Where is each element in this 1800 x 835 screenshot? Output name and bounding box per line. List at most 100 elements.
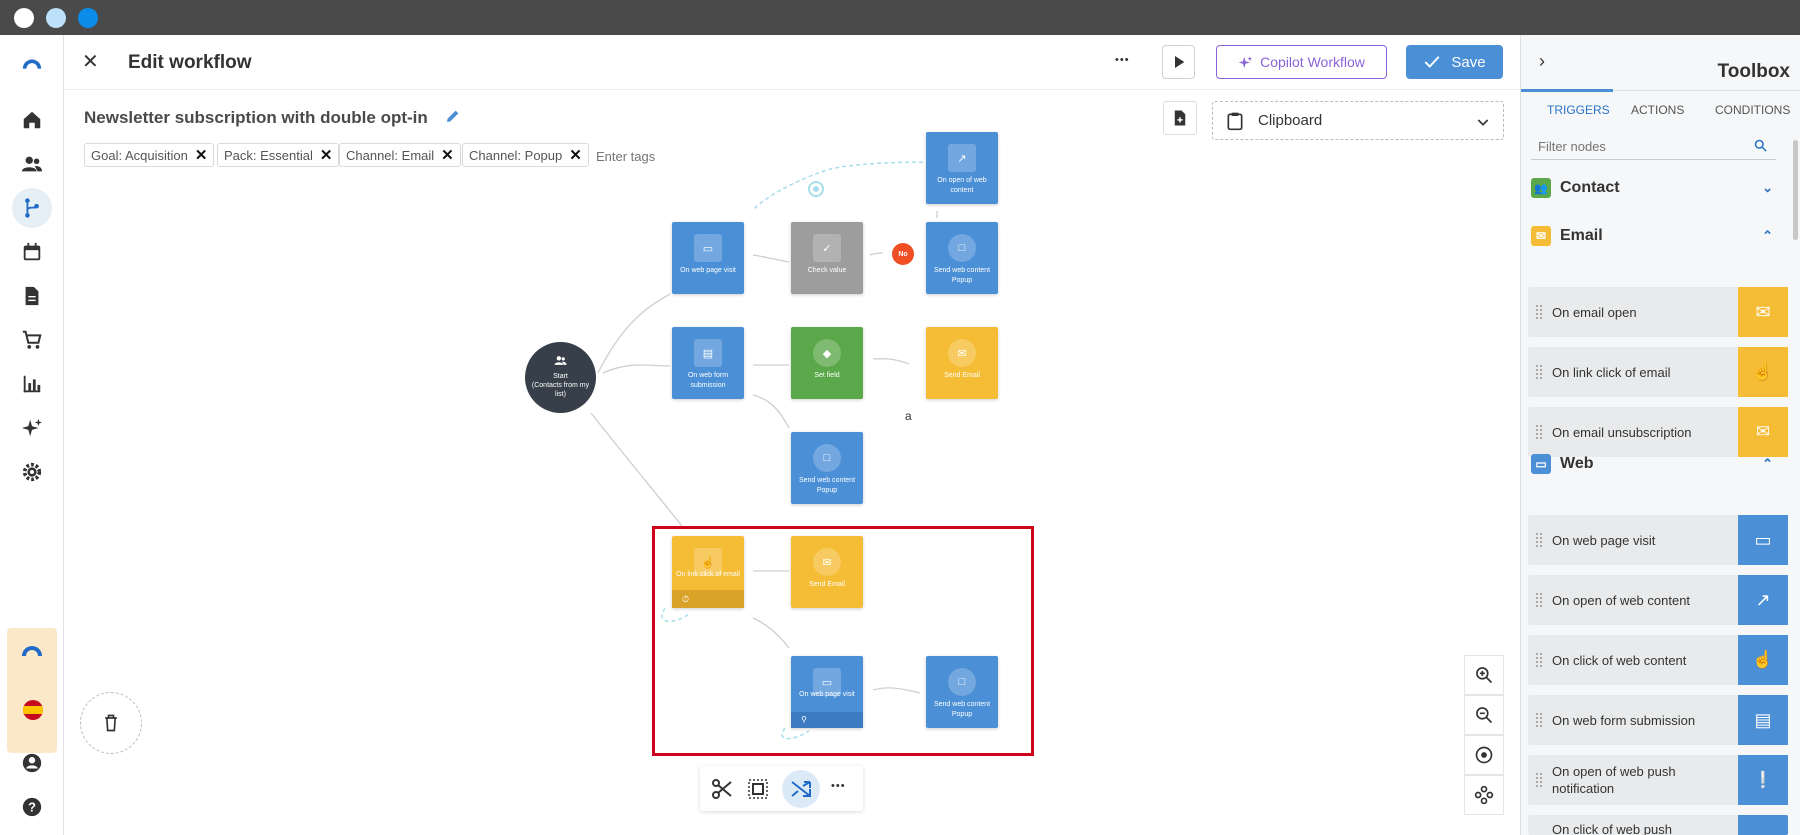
tool-on-link-click-email[interactable]: On link click of email ☝	[1528, 347, 1788, 397]
tool-on-open-web-content[interactable]: On open of web content ↗	[1528, 575, 1788, 625]
tool-on-web-form-submission[interactable]: On web form submission ▤	[1528, 695, 1788, 745]
account-nav[interactable]	[12, 743, 52, 783]
tag-remove-icon[interactable]: ✕	[195, 146, 208, 164]
drag-handle-icon[interactable]	[1536, 593, 1542, 607]
drag-handle-icon[interactable]	[1536, 425, 1542, 439]
contacts-nav[interactable]	[12, 144, 52, 184]
tool-on-email-open[interactable]: On email open ✉	[1528, 287, 1788, 337]
fit-view-button[interactable]	[1464, 775, 1504, 815]
node-open-web-content[interactable]: ↗ On open of web content	[926, 132, 998, 204]
node-web-page-visit[interactable]: ▭ On web page visit ⚲	[791, 656, 863, 728]
node-send-email[interactable]: ✉ Send Email	[791, 536, 863, 608]
node-web-page-visit[interactable]: ▭ On web page visit	[672, 222, 744, 294]
start-node[interactable]: Start (Contacts from my list)	[525, 342, 596, 413]
toolbox-title: Toolbox	[1717, 61, 1790, 82]
ai-nav[interactable]	[12, 408, 52, 448]
filter-nodes-input[interactable]	[1538, 135, 1738, 157]
node-link-click-email[interactable]: ☝ On link click of email ⏱	[672, 536, 744, 608]
tool-on-open-web-push[interactable]: On open of web push notification ❕	[1528, 755, 1788, 805]
node-send-email[interactable]: ✉ Send Email	[926, 327, 998, 399]
node-label: On web form submission	[687, 372, 729, 389]
more-options-button[interactable]: •••	[1115, 54, 1130, 66]
center-view-button[interactable]	[1464, 735, 1504, 775]
calendar-icon	[23, 242, 41, 261]
external-link-icon: ↗	[1738, 575, 1788, 625]
reports-nav[interactable]	[12, 364, 52, 404]
tool-on-web-page-visit[interactable]: On web page visit ▭	[1528, 515, 1788, 565]
tag-chip[interactable]: Goal: Acquisition ✕	[84, 143, 215, 167]
filter-nodes-field[interactable]	[1531, 132, 1776, 160]
node-web-form-submission[interactable]: ▤ On web form submission	[672, 327, 744, 399]
tag-chip[interactable]: Channel: Email ✕	[339, 143, 461, 167]
tag-remove-icon[interactable]: ✕	[569, 146, 582, 164]
home-nav[interactable]	[12, 100, 52, 140]
node-label: Send web content Popup	[798, 477, 856, 494]
node-label: On open of web content	[937, 177, 987, 194]
category-email[interactable]: ✉ Email ⌃	[1531, 221, 1781, 251]
workflows-nav[interactable]	[12, 188, 52, 228]
node-send-web-content[interactable]: □ Send web content Popup	[926, 656, 998, 728]
commerce-nav[interactable]	[12, 320, 52, 360]
tag-remove-icon[interactable]: ✕	[441, 146, 454, 164]
select-all-button[interactable]	[746, 777, 770, 801]
node-set-field[interactable]: ◆ Set field	[791, 327, 863, 399]
tag-chip[interactable]: Pack: Essential ✕	[217, 143, 340, 167]
window-minimize-dot[interactable]	[46, 8, 66, 28]
category-web[interactable]: ▭ Web ⌃	[1531, 449, 1781, 479]
save-button[interactable]: Save	[1406, 45, 1503, 79]
cut-button[interactable]	[710, 777, 734, 801]
drag-handle-icon[interactable]	[1536, 713, 1542, 727]
tag-input[interactable]	[596, 145, 756, 167]
close-button[interactable]: ✕	[82, 49, 99, 74]
tag-chip[interactable]: Channel: Popup ✕	[462, 143, 589, 167]
settings-nav[interactable]	[12, 452, 52, 492]
drag-handle-icon[interactable]	[1536, 533, 1542, 547]
tab-triggers[interactable]: TRIGGERS	[1547, 103, 1610, 117]
run-button[interactable]	[1162, 45, 1195, 79]
svg-text:?: ?	[28, 800, 36, 815]
window-maximize-dot[interactable]	[78, 8, 98, 28]
chevron-up-icon: ⌃	[1762, 456, 1773, 471]
promo-badge[interactable]	[7, 628, 57, 753]
collapse-toolbox-button[interactable]: ›	[1539, 51, 1545, 72]
node-check-value[interactable]: ✓ Check value	[791, 222, 863, 294]
node-label: On link click of email	[676, 571, 740, 578]
node-send-web-content[interactable]: □ Send web content Popup	[926, 222, 998, 294]
tag-remove-icon[interactable]: ✕	[320, 146, 333, 164]
no-branch-badge[interactable]: No	[892, 243, 914, 265]
pencil-icon	[447, 110, 459, 122]
drag-handle-icon[interactable]	[1536, 653, 1542, 667]
drag-handle-icon[interactable]	[1536, 365, 1542, 379]
brand-logo[interactable]	[12, 45, 52, 85]
add-note-button[interactable]	[1163, 101, 1197, 135]
copilot-workflow-button[interactable]: Copilot Workflow	[1216, 45, 1387, 79]
auto-layout-button[interactable]	[782, 770, 820, 808]
tab-conditions[interactable]: CONDITIONS	[1715, 103, 1790, 117]
drag-handle-icon[interactable]	[1536, 305, 1542, 319]
trash-icon	[105, 714, 117, 732]
workflow-canvas[interactable]: Start (Contacts from my list) ▭ On web p…	[64, 91, 1519, 835]
zoom-in-button[interactable]	[1464, 655, 1504, 695]
edit-name-button[interactable]	[445, 108, 461, 124]
tool-on-click-web-push[interactable]: On click of web push	[1528, 815, 1788, 835]
calendar-nav[interactable]	[12, 232, 52, 272]
tab-actions[interactable]: ACTIONS	[1631, 103, 1684, 117]
document-icon	[25, 286, 39, 306]
pointer-hand-icon	[1738, 815, 1788, 835]
help-nav[interactable]: ?	[12, 787, 52, 827]
toolbox-scrollbar[interactable]	[1793, 140, 1798, 240]
category-label: Contact	[1560, 179, 1620, 196]
node-send-web-content[interactable]: □ Send web content Popup	[791, 432, 863, 504]
tag-label: Channel: Email	[346, 147, 435, 163]
delete-drop-zone[interactable]	[80, 692, 142, 754]
window-close-dot[interactable]	[14, 8, 34, 28]
tag-label: Goal: Acquisition	[91, 147, 188, 163]
gear-icon	[22, 462, 42, 482]
tool-on-click-web-content[interactable]: On click of web content ☝	[1528, 635, 1788, 685]
zoom-out-button[interactable]	[1464, 695, 1504, 735]
drag-handle-icon[interactable]	[1536, 773, 1542, 787]
category-contact[interactable]: 👥 Contact ⌄	[1531, 173, 1781, 203]
documents-nav[interactable]	[12, 276, 52, 316]
toolbar-more-button[interactable]: •••	[831, 780, 846, 792]
clipboard-dropdown[interactable]: Clipboard	[1212, 101, 1504, 140]
